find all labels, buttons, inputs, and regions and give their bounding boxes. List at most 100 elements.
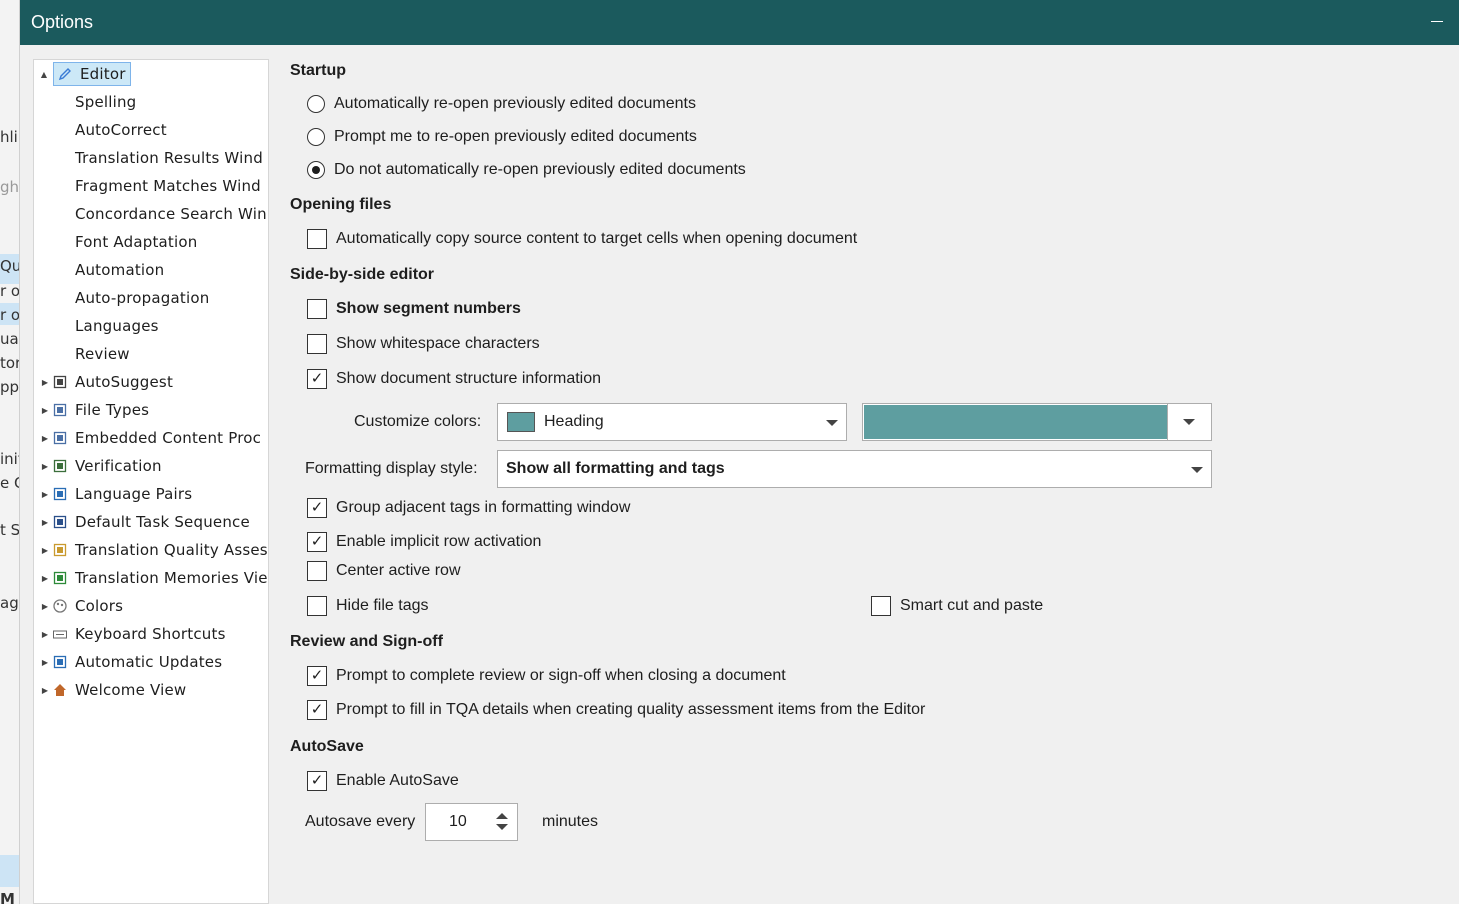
prompt-tqa-checkbox[interactable]: ✓ Prompt to fill in TQA details when cre…	[307, 700, 925, 720]
expand-icon[interactable]: ▶	[41, 630, 49, 639]
tree-item-keyboard-shortcuts[interactable]: ▶ Keyboard Shortcuts	[42, 622, 226, 646]
tree-item-default-task-sequence[interactable]: ▶ Default Task Sequence	[42, 510, 250, 534]
expand-icon[interactable]: ▶	[41, 574, 49, 583]
tree-item-label: Concordance Search Win	[75, 205, 267, 223]
minimize-button[interactable]	[1431, 21, 1443, 22]
expand-icon[interactable]: ▶	[41, 602, 49, 611]
stepper-value: 10	[449, 813, 467, 830]
expand-icon[interactable]: ▶	[41, 378, 49, 387]
expand-icon[interactable]: ▶	[41, 686, 49, 695]
tree-item-label: Colors	[75, 597, 124, 615]
tree-item-autocorrect[interactable]: AutoCorrect	[75, 118, 167, 142]
option-label: Prompt to complete review or sign-off wh…	[336, 667, 786, 684]
collapse-icon[interactable]: ▲	[40, 70, 48, 79]
radio-button[interactable]	[307, 128, 325, 146]
checkbox[interactable]	[307, 561, 327, 581]
center-row-checkbox[interactable]: Center active row	[307, 561, 461, 581]
checkbox[interactable]: ✓	[307, 666, 327, 686]
group-tags-checkbox[interactable]: ✓ Group adjacent tags in formatting wind…	[307, 498, 630, 518]
tree-item-auto-propagation[interactable]: Auto-propagation	[75, 286, 209, 310]
tree-item-file-types[interactable]: ▶ File Types	[42, 398, 149, 422]
checkbox[interactable]: ✓	[307, 532, 327, 552]
tree-item-translation-memories-vie[interactable]: ▶ Translation Memories Vie	[42, 566, 268, 590]
expand-icon[interactable]: ▶	[41, 462, 49, 471]
tree-item-label: AutoCorrect	[75, 121, 167, 139]
tree-item-welcome-view[interactable]: ▶ Welcome View	[42, 678, 186, 702]
tree-item-colors[interactable]: ▶ Colors	[42, 594, 124, 618]
tree-item-embedded-content-proc[interactable]: ▶ Embedded Content Proc	[42, 426, 262, 450]
spin-up-icon[interactable]	[496, 813, 508, 819]
tree-item-automatic-updates[interactable]: ▶ Automatic Updates	[42, 650, 223, 674]
tree-item-translation-quality-asses[interactable]: ▶ Translation Quality Asses	[42, 538, 268, 562]
checkbox[interactable]: ✓	[307, 369, 327, 389]
expand-icon[interactable]: ▶	[41, 658, 49, 667]
expand-icon[interactable]: ▶	[41, 406, 49, 415]
tree-item-editor[interactable]: ▲ Editor	[41, 62, 131, 86]
auto-copy-checkbox[interactable]: Automatically copy source content to tar…	[307, 229, 857, 249]
tree-item-spelling[interactable]: Spelling	[75, 90, 136, 114]
background-text: M	[0, 890, 15, 904]
tree-item-language-pairs[interactable]: ▶ Language Pairs	[42, 482, 193, 506]
divider	[1167, 404, 1168, 440]
background-text: init	[0, 450, 19, 468]
tree-item-autosuggest[interactable]: ▶ AutoSuggest	[42, 370, 173, 394]
tree-item-label: Fragment Matches Wind	[75, 177, 261, 195]
side-by-side-heading: Side-by-side editor	[290, 266, 435, 283]
checkbox[interactable]: ✓	[307, 498, 327, 518]
checkbox[interactable]	[307, 299, 327, 319]
customize-colors-dropdown[interactable]: Heading	[497, 403, 847, 441]
tree-item-label: Language Pairs	[75, 485, 193, 503]
prompt-complete-review-checkbox[interactable]: ✓ Prompt to complete review or sign-off …	[307, 666, 786, 686]
checkbox[interactable]	[871, 596, 891, 616]
tree-item-label: Auto-propagation	[75, 289, 210, 307]
tree-item-label: Keyboard Shortcuts	[75, 625, 226, 643]
tree-item-fragment-matches-wind[interactable]: Fragment Matches Wind	[75, 174, 261, 198]
tree-item-label: Default Task Sequence	[75, 513, 250, 531]
implicit-row-checkbox[interactable]: ✓ Enable implicit row activation	[307, 532, 541, 552]
tree-item-label: Automation	[75, 261, 165, 279]
checkbox[interactable]: ✓	[307, 771, 327, 791]
radio-button[interactable]	[307, 161, 325, 179]
tree-item-automation[interactable]: Automation	[75, 258, 164, 282]
palette-icon	[53, 599, 67, 613]
checkbox[interactable]	[307, 596, 327, 616]
background-text: e C	[0, 474, 19, 492]
chevron-down-icon	[826, 420, 838, 426]
checkbox[interactable]	[307, 229, 327, 249]
show-segment-numbers-checkbox[interactable]: Show segment numbers	[307, 299, 521, 319]
option-label: Show whitespace characters	[336, 335, 540, 352]
expand-icon[interactable]: ▶	[41, 546, 49, 555]
hide-file-tags-checkbox[interactable]: Hide file tags	[307, 596, 429, 616]
tree-item-label: Embedded Content Proc	[75, 429, 262, 447]
checkbox[interactable]: ✓	[307, 700, 327, 720]
smart-cut-checkbox[interactable]: Smart cut and paste	[871, 596, 1043, 616]
tree-item-verification[interactable]: ▶ Verification	[42, 454, 162, 478]
show-structure-checkbox[interactable]: ✓ Show document structure information	[307, 369, 601, 389]
expand-icon[interactable]: ▶	[41, 490, 49, 499]
window-title: Options	[31, 12, 94, 32]
color-picker[interactable]	[862, 403, 1212, 441]
tree-item-translation-results-wind[interactable]: Translation Results Wind	[75, 146, 263, 170]
checkbox[interactable]	[307, 334, 327, 354]
spin-down-icon[interactable]	[496, 824, 508, 830]
language-pairs-icon	[53, 487, 67, 501]
expand-icon[interactable]: ▶	[41, 434, 49, 443]
show-whitespace-checkbox[interactable]: Show whitespace characters	[307, 334, 540, 354]
enable-autosave-checkbox[interactable]: ✓ Enable AutoSave	[307, 771, 459, 791]
startup-radio-reopen[interactable]: Automatically re-open previously edited …	[307, 95, 696, 113]
startup-radio-prompt[interactable]: Prompt me to re-open previously edited d…	[307, 128, 697, 146]
tree-item-label: Verification	[75, 457, 162, 475]
option-label: Group adjacent tags in formatting window	[336, 499, 631, 516]
tree-item-review[interactable]: Review	[75, 342, 130, 366]
expand-icon[interactable]: ▶	[41, 518, 49, 527]
tree-item-label: Automatic Updates	[75, 653, 223, 671]
formatting-style-dropdown[interactable]: Show all formatting and tags	[497, 450, 1212, 488]
tree-item-font-adaptation[interactable]: Font Adaptation	[75, 230, 197, 254]
autosave-heading: AutoSave	[290, 738, 364, 755]
startup-radio-do-not-reopen[interactable]: Do not automatically re-open previously …	[307, 161, 746, 179]
chevron-down-icon[interactable]	[1183, 419, 1195, 425]
tree-item-concordance-search-win[interactable]: Concordance Search Win	[75, 202, 267, 226]
tree-item-languages[interactable]: Languages	[75, 314, 159, 338]
autosave-interval-stepper[interactable]: 10	[425, 803, 518, 841]
radio-button[interactable]	[307, 95, 325, 113]
